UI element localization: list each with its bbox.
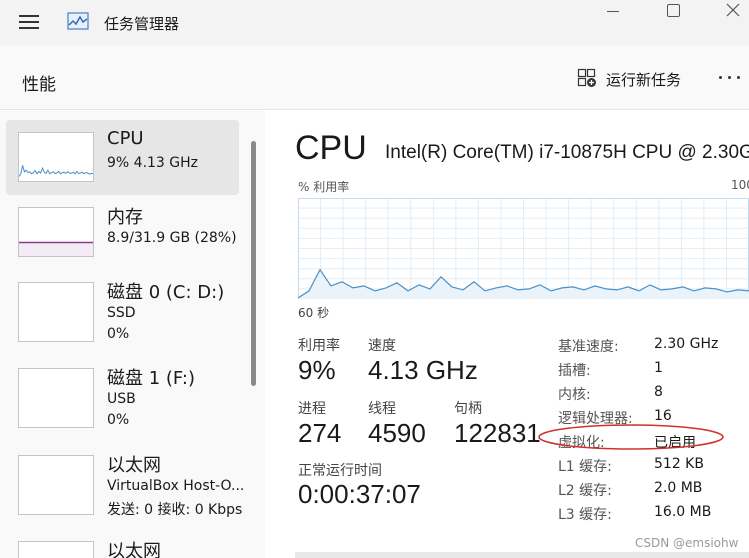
sidebar-item-detail: 9% 4.13 GHz bbox=[107, 155, 199, 171]
sidebar-item-ethernet-2[interactable]: 以太网 bbox=[6, 535, 239, 558]
sockets-value: 1 bbox=[654, 360, 663, 376]
page-header: 性能 运行新任务 bbox=[0, 46, 749, 110]
sidebar-item-detail: SSD bbox=[107, 305, 136, 321]
sidebar-item-disk-0[interactable]: 磁盘 0 (C: D:) SSD 0% bbox=[6, 276, 239, 356]
sidebar-item-cpu[interactable]: CPU 9% 4.13 GHz bbox=[6, 120, 239, 195]
uptime-value: 0:00:37:07 bbox=[298, 479, 421, 509]
sidebar-item-ethernet[interactable]: 以太网 VirtualBox Host-O... 发送: 0 接收: 0 Kbp… bbox=[6, 449, 243, 529]
minimize-button[interactable] bbox=[590, 0, 636, 24]
threads-value: 4590 bbox=[368, 418, 426, 448]
sidebar-item-label: CPU bbox=[107, 128, 144, 149]
speed-label: 速度 bbox=[368, 338, 396, 354]
base-speed-label: 基准速度: bbox=[558, 339, 619, 355]
cpu-detail-panel: CPU Intel(R) Core(TM) i7-10875H CPU @ 2.… bbox=[265, 111, 749, 558]
cpu-model-name: Intel(R) Core(TM) i7-10875H CPU @ 2.30GH… bbox=[385, 142, 749, 163]
close-button[interactable] bbox=[710, 0, 749, 24]
sidebar-item-detail: USB bbox=[107, 391, 136, 407]
cpu-title: CPU bbox=[295, 129, 367, 167]
sidebar-item-label: 以太网 bbox=[107, 455, 161, 476]
cpu-utilization-graph bbox=[298, 198, 749, 299]
app-title: 任务管理器 bbox=[104, 15, 180, 33]
sidebar-item-label: 磁盘 0 (C: D:) bbox=[107, 282, 225, 303]
processes-value: 274 bbox=[298, 418, 342, 448]
threads-label: 线程 bbox=[368, 401, 396, 417]
sidebar-item-disk-1[interactable]: 磁盘 1 (F:) USB 0% bbox=[6, 362, 239, 442]
task-manager-app-icon bbox=[67, 12, 89, 30]
sidebar-item-detail: 0% bbox=[107, 326, 130, 342]
sidebar-item-label: 以太网 bbox=[107, 541, 161, 558]
memory-thumbnail-graph bbox=[18, 207, 94, 257]
sidebar-item-detail: 0% bbox=[107, 412, 130, 428]
l2-cache-label: L2 缓存: bbox=[558, 483, 612, 499]
utilization-axis-label: % 利用率 bbox=[298, 180, 350, 194]
sidebar: CPU 9% 4.13 GHz 内存 8.9/31.9 GB (28%) 磁盘 … bbox=[0, 111, 265, 558]
handles-value: 122831 bbox=[454, 418, 541, 448]
uptime-label: 正常运行时间 bbox=[298, 463, 382, 479]
sockets-label: 插槽: bbox=[558, 363, 591, 379]
handles-label: 句柄 bbox=[454, 401, 482, 417]
maximize-button[interactable] bbox=[650, 0, 696, 24]
ethernet-thumbnail-graph bbox=[18, 455, 94, 515]
time-window-label: 60 秒 bbox=[298, 306, 330, 320]
utilization-value: 9% bbox=[298, 355, 336, 385]
cores-value: 8 bbox=[654, 384, 663, 400]
sidebar-item-memory[interactable]: 内存 8.9/31.9 GB (28%) bbox=[6, 203, 239, 273]
l1-cache-value: 512 KB bbox=[654, 456, 704, 472]
utilization-label: 利用率 bbox=[298, 338, 340, 354]
sidebar-item-label: 磁盘 1 (F:) bbox=[107, 368, 195, 389]
cpu-thumbnail-graph bbox=[18, 132, 94, 182]
sidebar-scrollbar[interactable] bbox=[251, 141, 256, 386]
title-bar: 任务管理器 bbox=[0, 0, 749, 46]
close-icon bbox=[726, 3, 740, 17]
run-new-task-icon[interactable] bbox=[577, 68, 597, 88]
cores-label: 内核: bbox=[558, 387, 591, 403]
memory-thumbnail-fill bbox=[19, 242, 93, 256]
disk-0-thumbnail-graph bbox=[18, 282, 94, 342]
sidebar-item-detail: VirtualBox Host-O... bbox=[107, 478, 243, 494]
sidebar-item-detail: 8.9/31.9 GB (28%) bbox=[107, 230, 237, 246]
l3-cache-label: L3 缓存: bbox=[558, 507, 612, 523]
disk-1-thumbnail-graph bbox=[18, 368, 94, 428]
virtualization-highlight-annotation bbox=[538, 424, 724, 450]
cpu-thumbnail-line bbox=[19, 165, 93, 177]
run-new-task-button[interactable]: 运行新任务 bbox=[606, 69, 681, 90]
ethernet-2-thumbnail-graph bbox=[18, 541, 94, 558]
sidebar-item-label: 内存 bbox=[107, 207, 143, 228]
utilization-max-label: 100% bbox=[731, 178, 749, 192]
l1-cache-label: L1 缓存: bbox=[558, 459, 612, 475]
bottom-divider bbox=[295, 552, 749, 558]
l3-cache-value: 16.0 MB bbox=[654, 504, 712, 520]
sidebar-item-detail: 发送: 0 接收: 0 Kbps bbox=[107, 502, 243, 518]
speed-value: 4.13 GHz bbox=[368, 355, 478, 385]
l2-cache-value: 2.0 MB bbox=[654, 480, 703, 496]
watermark: CSDN @emsiohw bbox=[635, 536, 739, 550]
page-title: 性能 bbox=[22, 75, 56, 95]
hamburger-menu-icon[interactable] bbox=[19, 14, 39, 30]
processes-label: 进程 bbox=[298, 401, 326, 417]
base-speed-value: 2.30 GHz bbox=[654, 336, 719, 352]
more-options-icon[interactable] bbox=[719, 76, 741, 80]
